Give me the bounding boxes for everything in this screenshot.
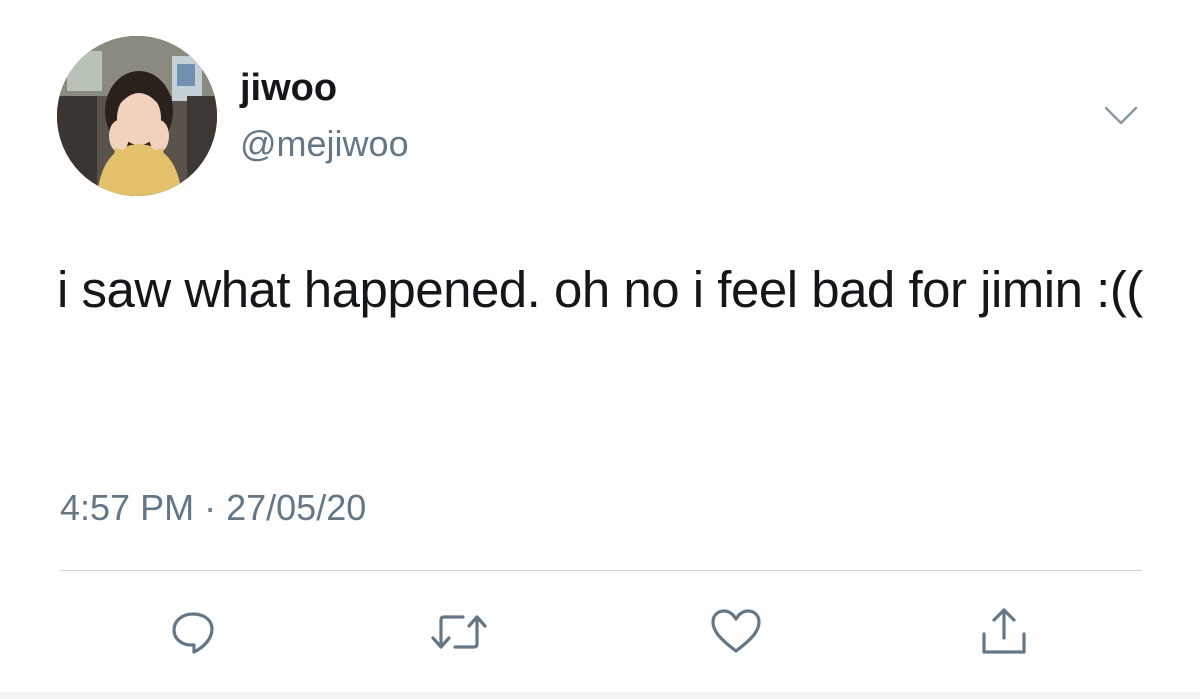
chevron-down-icon (1104, 106, 1138, 125)
tweet-card: jiwoo @mejiwoo i saw what happened. oh n… (0, 0, 1200, 699)
heart-icon (711, 609, 761, 653)
share-icon (982, 608, 1026, 654)
avatar-photo (57, 36, 217, 196)
user-handle[interactable]: @mejiwoo (240, 123, 409, 165)
share-button[interactable] (974, 602, 1034, 662)
reply-button[interactable] (163, 602, 223, 662)
meta-separator: · (204, 487, 217, 528)
more-options-button[interactable] (1100, 98, 1142, 134)
tweet-time: 4:57 PM (60, 487, 195, 528)
tweet-text: i saw what happened. oh no i feel bad fo… (57, 261, 1143, 318)
retweet-button[interactable] (429, 602, 489, 662)
retweet-icon (431, 615, 487, 649)
reply-icon (172, 612, 214, 654)
divider (60, 570, 1142, 571)
avatar[interactable] (57, 36, 217, 196)
tweet-date: 27/05/20 (226, 487, 367, 528)
bottom-edge (0, 692, 1200, 699)
display-name[interactable]: jiwoo (240, 66, 337, 110)
like-button[interactable] (706, 602, 766, 662)
tweet-timestamp[interactable]: 4:57 PM · 27/05/20 (60, 486, 366, 530)
